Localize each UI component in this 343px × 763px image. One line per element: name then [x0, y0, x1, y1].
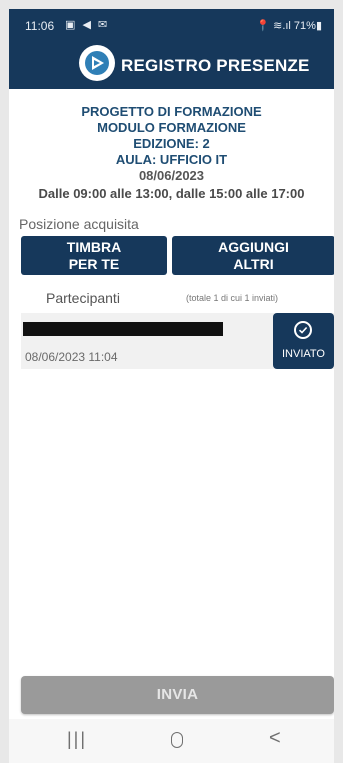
app-logo-icon — [79, 45, 115, 81]
system-status-icons: 📍 ≋.ıl 71%▮ — [256, 20, 322, 32]
aggiungi-label-line1: AGGIUNGI — [218, 239, 289, 255]
notification-icons: ▣ ◀ ✉ — [65, 19, 110, 31]
app-title: REGISTRO PRESENZE — [121, 56, 310, 75]
session-date: 08/06/2023 — [138, 168, 205, 183]
module-name: MODULO FORMAZIONE — [97, 120, 246, 135]
edition: EDIZIONE: 2 — [133, 136, 210, 151]
participant-status-badge[interactable]: INVIATO — [273, 313, 334, 369]
timbra-label-line1: TIMBRA — [66, 239, 122, 255]
participants-total: (totale 1 di cui 1 inviati) — [186, 293, 279, 303]
status-bar: 11:06 ▣ ◀ ✉ 📍 ≋.ıl 71%▮ — [9, 9, 334, 39]
participants-title: Partecipanti — [46, 290, 120, 306]
participants-header: Partecipanti (totale 1 di cui 1 inviati) — [21, 285, 334, 311]
check-circle-icon — [294, 321, 312, 339]
session-hours: Dalle 09:00 alle 13:00, dalle 15:00 alle… — [38, 186, 305, 201]
participant-row[interactable]: 08/06/2023 11:04 INVIATO — [21, 313, 334, 369]
status-label: INVIATO — [282, 348, 325, 360]
invia-button[interactable]: INVIA — [21, 676, 334, 714]
status-time: 11:06 — [25, 19, 55, 33]
timbra-per-te-button[interactable]: TIMBRA PER TE — [21, 236, 167, 275]
project-name: PROGETTO DI FORMAZIONE — [81, 104, 262, 119]
home-button[interactable] — [171, 732, 183, 748]
session-info: PROGETTO DI FORMAZIONE MODULO FORMAZIONE… — [9, 104, 334, 202]
back-button[interactable]: < — [269, 727, 281, 750]
participant-name-redacted — [23, 322, 223, 336]
room: AULA: UFFICIO IT — [115, 152, 228, 167]
aggiungi-label-line2: ALTRI — [233, 256, 274, 272]
app-header: 11:06 ▣ ◀ ✉ 📍 ≋.ıl 71%▮ REGISTRO PRESENZ… — [9, 9, 334, 89]
aggiungi-altri-button[interactable]: AGGIUNGI ALTRI — [172, 236, 335, 275]
timbra-label-line2: PER TE — [68, 256, 120, 272]
position-status: Posizione acquisita — [19, 216, 139, 232]
recents-button[interactable]: ||| — [67, 729, 87, 750]
participant-datetime: 08/06/2023 11:04 — [25, 350, 118, 364]
system-nav-bar: ||| < — [9, 719, 334, 763]
